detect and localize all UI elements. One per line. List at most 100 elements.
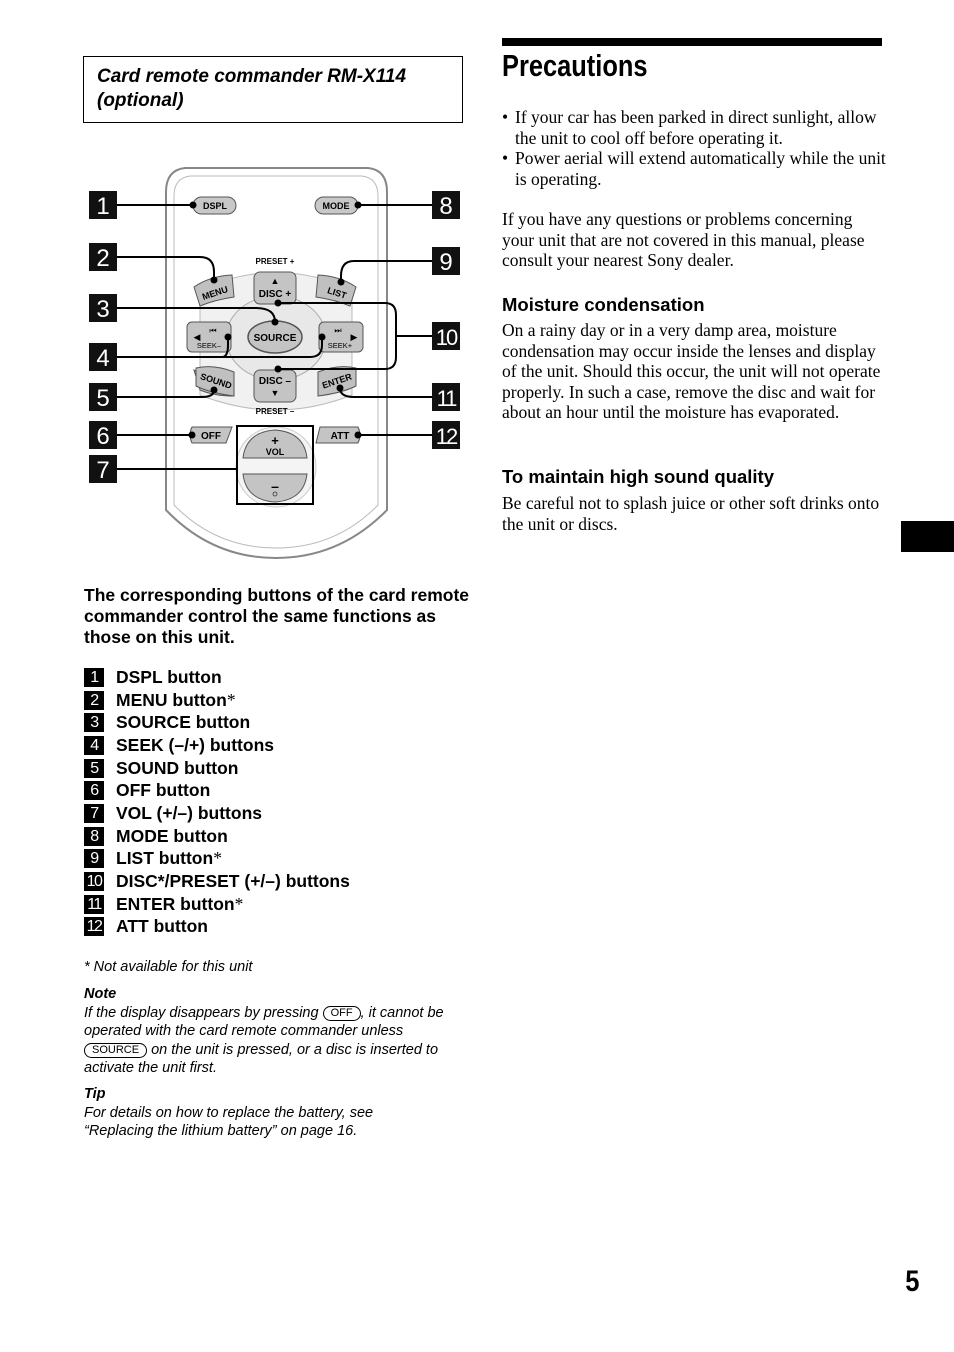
moisture-text: On a rainy day or in a very damp area, m… [502, 320, 881, 422]
disc-minus-label: DISC – [259, 376, 292, 387]
item-number: 4 [84, 735, 104, 755]
source-label: SOURCE [254, 333, 297, 344]
seek-minus-label: SEEK– [197, 341, 222, 350]
seek-plus-button[interactable]: ⏭ ▶ SEEK+ [318, 321, 364, 353]
svg-text:6: 6 [96, 423, 109, 450]
list-item: 10 DISC*/PRESET (+/–) buttons [84, 870, 350, 893]
bullet-item: If your car has been parked in direct su… [502, 107, 887, 148]
att-label: ATT [331, 431, 350, 442]
list-item: 2 MENU button * [84, 689, 350, 712]
moisture-heading: Moisture condensation [502, 294, 705, 315]
item-label: SEEK (–/+) buttons [116, 734, 274, 755]
tip-heading: Tip [84, 1086, 106, 1102]
svg-text:7: 7 [96, 457, 109, 484]
asterisk: * [226, 689, 236, 710]
callout-9: 9 [432, 247, 460, 276]
svg-text:1: 1 [96, 193, 109, 220]
item-label: LIST button [116, 848, 214, 869]
item-label: ENTER button [116, 893, 235, 914]
preset-minus-label: PRESET – [256, 407, 295, 416]
vol-label: VOL [266, 447, 285, 457]
off-key: OFF [322, 1006, 361, 1021]
section-thumb-tab [901, 521, 954, 552]
section-title-line2: (optional) [97, 90, 184, 111]
source-button[interactable]: SOURCE [247, 320, 303, 354]
disc-plus-label: DISC + [259, 289, 292, 300]
vol-plus-icon: + [271, 433, 279, 448]
bullet-item: Power aerial will extend automatically w… [502, 148, 887, 189]
item-number: 10 [84, 872, 104, 892]
source-key: SOURCE [84, 1042, 148, 1058]
mode-label: MODE [323, 201, 350, 211]
callout-1: 1 [89, 191, 117, 220]
list-item: 11 ENTER button * [84, 893, 350, 916]
item-number: 6 [84, 781, 104, 801]
list-item: 12 ATT button [84, 916, 350, 939]
arrow-down-icon: ▼ [271, 388, 280, 398]
callout-11: 11 [432, 383, 460, 411]
item-label: OFF button [116, 780, 211, 801]
section-title-line1: Card remote commander RM-X114 [97, 66, 407, 87]
disc-plus-button[interactable]: ▲ DISC + [253, 271, 297, 305]
item-label: MENU button [116, 689, 227, 710]
list-item: 5 SOUND button [84, 757, 350, 780]
item-number: 7 [84, 803, 104, 823]
item-number: 11 [84, 894, 104, 914]
page-number: 5 [905, 1265, 920, 1298]
contact-paragraph: If you have any questions or problems co… [502, 209, 865, 270]
list-item: 1 DSPL button [84, 666, 350, 689]
callout-4: 4 [89, 343, 117, 372]
off-label: OFF [201, 431, 221, 442]
item-number: 12 [84, 917, 104, 937]
item-label: DISC*/PRESET (+/–) buttons [116, 871, 350, 892]
svg-text:10: 10 [436, 325, 458, 350]
item-number: 9 [84, 849, 104, 869]
mode-button[interactable]: MODE [314, 196, 359, 215]
precautions-bullets: If your car has been parked in direct su… [502, 107, 887, 189]
sound-quality-heading: To maintain high sound quality [502, 466, 775, 487]
svg-text:12: 12 [436, 424, 458, 449]
asterisk: * [234, 893, 244, 914]
item-label: DSPL button [116, 666, 222, 687]
callout-12: 12 [432, 421, 460, 449]
dspl-button[interactable]: DSPL [192, 196, 237, 215]
asterisk: * [213, 848, 222, 869]
list-item: 7 VOL (+/–) buttons [84, 802, 350, 825]
preset-plus-label: PRESET + [256, 257, 295, 266]
tip-text: For details on how to replace the batter… [84, 1105, 374, 1140]
callout-3: 3 [89, 294, 117, 323]
disc-minus-button[interactable]: DISC – ▼ [253, 369, 297, 403]
next-track-icon: ⏭ [334, 326, 341, 335]
seek-minus-button[interactable]: ⏮ ◀ SEEK– [186, 321, 232, 353]
sound-quality-text: Be careful not to splash juice or other … [502, 493, 880, 534]
list-item: 8 MODE button [84, 825, 350, 848]
note-heading: Note [84, 986, 117, 1002]
svg-text:3: 3 [96, 296, 109, 323]
item-number: 1 [84, 667, 104, 687]
item-number: 5 [84, 758, 104, 778]
callout-2: 2 [89, 243, 117, 272]
svg-text:2: 2 [96, 245, 109, 272]
button-list: 1 DSPL button 2 MENU button * 3 SOURCE butto… [84, 666, 350, 938]
item-label: ATT button [116, 916, 208, 937]
list-item: 6 OFF button [84, 779, 350, 802]
list-item: 4 SEEK (–/+) buttons [84, 734, 350, 757]
svg-text:4: 4 [96, 345, 109, 372]
vol-minus-icon: – [271, 478, 279, 494]
svg-text:5: 5 [96, 385, 109, 412]
arrow-up-icon: ▲ [271, 276, 280, 286]
item-label: VOL (+/–) buttons [116, 802, 262, 823]
seek-plus-label: SEEK+ [328, 341, 353, 350]
footnote: * Not available for this unit [84, 959, 253, 975]
svg-text:11: 11 [437, 386, 458, 411]
item-number: 2 [84, 690, 104, 710]
callout-5: 5 [89, 383, 117, 412]
previous-track-icon: ⏮ [209, 326, 216, 335]
list-item: 9 LIST button * [84, 848, 350, 871]
off-button[interactable]: OFF [189, 426, 233, 444]
item-number: 3 [84, 713, 104, 733]
att-button[interactable]: ATT [315, 426, 361, 444]
page-title: Precautions [502, 48, 648, 83]
note-text: If the display disappears by pressing OF… [84, 1004, 469, 1077]
callout-8: 8 [432, 191, 460, 220]
